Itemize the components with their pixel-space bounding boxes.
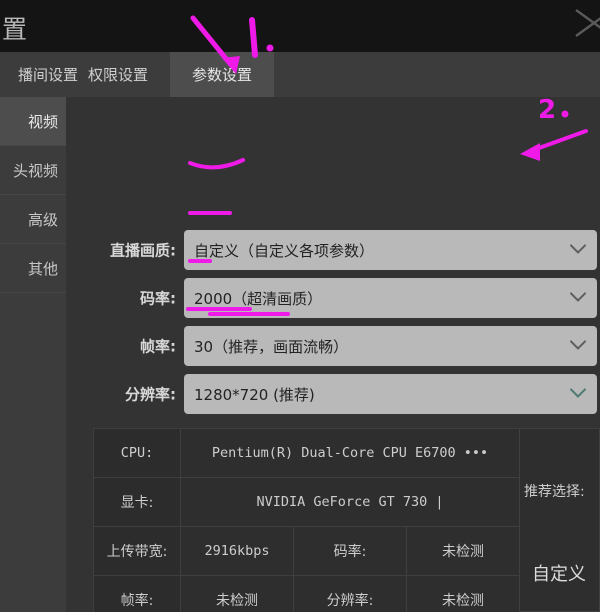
- resolution-select[interactable]: 1280*720 (推荐): [184, 374, 597, 414]
- table-row: CPU: Pentium(R) Dual-Core CPU E6700 •••: [93, 428, 520, 478]
- recommend-title: 推荐选择:: [524, 484, 585, 500]
- sidebar-item-other[interactable]: 其他: [0, 244, 66, 293]
- field-label-framerate: 帧率:: [140, 337, 176, 356]
- table-row: 上传带宽: 2916kbps 码率: 未检测: [93, 526, 520, 576]
- quality-select-value: 自定义（自定义各项参数）: [194, 241, 375, 260]
- recommend-value: 自定义: [532, 564, 586, 585]
- sidebar-item-advanced[interactable]: 高级: [0, 195, 66, 244]
- close-icon[interactable]: [572, 6, 600, 40]
- form-row-resolution: 分辨率: 1280*720 (推荐): [66, 374, 600, 414]
- settings-window: 置 播间设置 权限设置 参数设置 视频 头视频 高级 其他 直播画质: 自定义（…: [0, 0, 600, 612]
- tab-permission-settings[interactable]: 权限设置: [66, 52, 170, 97]
- table-cell: Pentium(R) Dual-Core CPU E6700 •••: [180, 428, 520, 478]
- form-row-framerate: 帧率: 30（推荐，画面流畅）: [66, 326, 600, 366]
- table-cell: 上传带宽:: [93, 526, 181, 576]
- tab-label: 权限设置: [87, 66, 148, 84]
- framerate-select[interactable]: 30（推荐，画面流畅）: [184, 326, 597, 366]
- title-bar: 置: [0, 0, 600, 52]
- chevron-down-icon: [570, 244, 586, 254]
- quality-select[interactable]: 自定义（自定义各项参数）: [184, 230, 597, 270]
- chevron-down-icon: [570, 388, 586, 398]
- field-label-quality: 直播画质:: [110, 241, 176, 260]
- form-row-quality: 直播画质: 自定义（自定义各项参数）: [66, 230, 600, 270]
- tab-bar: 播间设置 权限设置 参数设置: [0, 52, 600, 97]
- field-label-bitrate: 码率:: [140, 289, 176, 308]
- tab-label: 参数设置: [191, 66, 252, 84]
- table-row: 帧率: 未检测 分辨率: 未检测: [93, 575, 520, 612]
- field-label-resolution: 分辨率:: [125, 385, 176, 404]
- form-row-bitrate: 码率: 2000（超清画质）: [66, 278, 600, 318]
- chevron-down-icon: [570, 292, 586, 302]
- system-info-panel: CPU: Pentium(R) Dual-Core CPU E6700 ••• 显卡…: [93, 428, 600, 612]
- sidebar: 视频 头视频 高级 其他: [0, 97, 66, 612]
- sidebar-item-label: 视频: [27, 112, 58, 131]
- chevron-down-icon: [570, 340, 586, 350]
- table-cell: CPU:: [93, 428, 181, 478]
- bitrate-select-value: 2000（超清画质）: [194, 289, 323, 308]
- sidebar-item-camera-video[interactable]: 头视频: [0, 146, 66, 195]
- framerate-select-value: 30（推荐，画面流畅）: [194, 337, 349, 356]
- sidebar-item-label: 其他: [27, 259, 58, 278]
- table-cell: 2916kbps: [180, 526, 294, 576]
- tab-parameter-settings[interactable]: 参数设置: [170, 52, 274, 97]
- table-cell: 未检测: [406, 526, 520, 576]
- bitrate-select[interactable]: 2000（超清画质）: [184, 278, 597, 318]
- table-cell: NVIDIA GeForce GT 730 |: [180, 477, 520, 527]
- table-cell: 码率:: [293, 526, 407, 576]
- table-cell: 未检测: [406, 575, 520, 612]
- sidebar-item-label: 头视频: [12, 161, 58, 180]
- table-cell: 分辨率:: [293, 575, 407, 612]
- recommend-column: 推荐选择: 自定义: [520, 428, 600, 612]
- sidebar-item-video[interactable]: 视频: [0, 97, 66, 146]
- table-row: 显卡: NVIDIA GeForce GT 730 |: [93, 477, 520, 527]
- system-info-table: CPU: Pentium(R) Dual-Core CPU E6700 ••• 显卡…: [93, 428, 520, 612]
- resolution-select-value: 1280*720 (推荐): [194, 385, 315, 404]
- table-cell: 帧率:: [93, 575, 181, 612]
- table-cell: 未检测: [180, 575, 294, 612]
- sidebar-item-label: 高级: [27, 210, 58, 229]
- main-panel: 直播画质: 自定义（自定义各项参数） 码率: 2000（超清画质） 帧率: 30…: [66, 97, 600, 612]
- table-cell: 显卡:: [93, 477, 181, 527]
- window-title: 置: [2, 15, 29, 44]
